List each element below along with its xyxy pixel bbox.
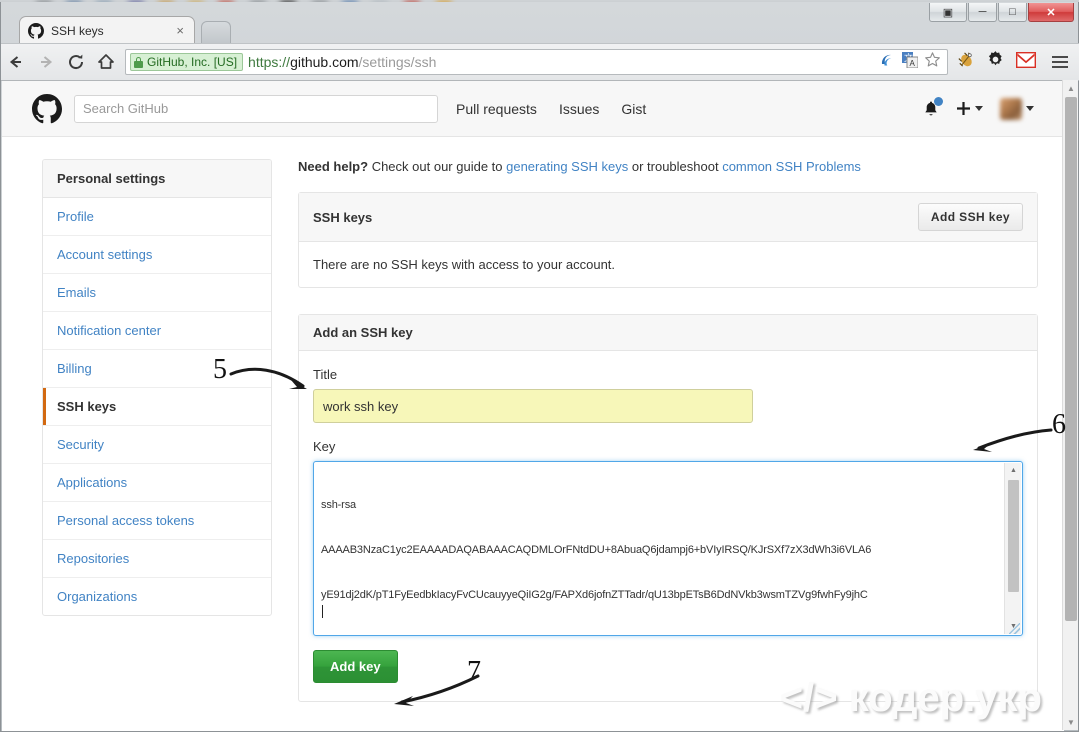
notification-indicator xyxy=(934,96,943,106)
readability-icon[interactable] xyxy=(880,52,896,73)
link-generating-ssh-keys[interactable]: generating SSH keys xyxy=(506,159,628,174)
key-line: c2NPjUo5/g9MtXIvL6Y4p6S+Xp8oSIWvDfHDQy/1… xyxy=(321,633,1000,635)
scroll-up-icon[interactable]: ▲ xyxy=(1063,80,1079,96)
security-badge-label: GitHub, Inc. [US] xyxy=(147,55,238,69)
bookmark-star-icon[interactable] xyxy=(924,51,941,73)
tab-strip: SSH keys × xyxy=(1,14,1079,44)
address-bar[interactable]: GitHub, Inc. [US] https://github.com/set… xyxy=(125,49,948,75)
header-actions xyxy=(923,96,1048,120)
browser-window: ▣ ─ □ ✕ SSH keys × GitHub, Inc. [US] htt… xyxy=(0,2,1079,732)
key-textarea[interactable]: ssh-rsa AAAAB3NzaC1yc2EAAAADAQABAAACAQDM… xyxy=(313,461,1023,636)
create-new-menu[interactable] xyxy=(956,101,983,116)
home-icon[interactable] xyxy=(91,48,121,76)
github-header: Search GitHub Pull requests Issues Gist xyxy=(2,81,1064,137)
sidebar-item-account-settings[interactable]: Account settings xyxy=(43,236,271,274)
add-ssh-key-panel-header: Add an SSH key xyxy=(299,315,1037,351)
bug-icon[interactable] xyxy=(956,50,975,74)
close-icon[interactable]: × xyxy=(174,24,186,37)
svg-text:A: A xyxy=(910,59,916,68)
url-text: https://github.com/settings/ssh xyxy=(248,54,436,70)
nav-gist[interactable]: Gist xyxy=(621,101,646,117)
browser-toolbar: GitHub, Inc. [US] https://github.com/set… xyxy=(1,43,1079,81)
search-input[interactable]: Search GitHub xyxy=(74,94,438,123)
forward-icon[interactable] xyxy=(31,48,61,76)
github-mark-icon xyxy=(28,22,44,39)
chrome-menu-icon[interactable] xyxy=(1046,49,1074,75)
sidebar-item-ssh-keys[interactable]: SSH keys xyxy=(43,388,271,426)
url-host: github.com xyxy=(290,54,359,70)
back-icon[interactable] xyxy=(1,48,31,76)
help-line: Need help? Check out our guide to genera… xyxy=(298,159,1038,174)
textarea-resize-handle[interactable] xyxy=(1009,623,1020,634)
tab-title: SSH keys xyxy=(51,23,104,38)
page-viewport: Search GitHub Pull requests Issues Gist xyxy=(2,81,1064,731)
sidebar-item-notification-center[interactable]: Notification center xyxy=(43,312,271,350)
sidebar-item-billing[interactable]: Billing xyxy=(43,350,271,388)
key-line: ssh-rsa xyxy=(321,499,357,511)
title-input[interactable] xyxy=(313,389,753,423)
nav-pull-requests[interactable]: Pull requests xyxy=(456,101,537,117)
search-placeholder: Search GitHub xyxy=(83,101,169,116)
key-textarea-scrollbar[interactable]: ▲ ▼ xyxy=(1004,463,1021,634)
scrollbar-thumb[interactable] xyxy=(1065,97,1077,621)
omnibox-icons: 文 A xyxy=(880,51,943,73)
site-security-badge[interactable]: GitHub, Inc. [US] xyxy=(130,53,244,71)
add-ssh-key-button[interactable]: Add SSH key xyxy=(917,203,1023,231)
ssh-keys-panel: SSH keys Add SSH key There are no SSH ke… xyxy=(298,192,1038,288)
sidebar-box: Personal settings Profile Account settin… xyxy=(42,159,272,616)
settings-sidebar: Personal settings Profile Account settin… xyxy=(42,159,272,728)
sidebar-item-applications[interactable]: Applications xyxy=(43,464,271,502)
github-mark-icon[interactable] xyxy=(32,93,62,124)
account-menu[interactable] xyxy=(1000,97,1034,120)
ssh-keys-empty-state: There are no SSH keys with access to you… xyxy=(313,257,616,272)
gear-icon[interactable] xyxy=(986,50,1005,74)
scrollbar-thumb[interactable] xyxy=(1008,480,1019,592)
help-text-2: or troubleshoot xyxy=(628,159,723,174)
scroll-up-icon[interactable]: ▲ xyxy=(1005,463,1022,478)
link-common-ssh-problems[interactable]: common SSH Problems xyxy=(722,159,861,174)
sidebar-item-security[interactable]: Security xyxy=(43,426,271,464)
sidebar-item-personal-access-tokens[interactable]: Personal access tokens xyxy=(43,502,271,540)
extension-icons xyxy=(956,50,1046,74)
sidebar-item-profile[interactable]: Profile xyxy=(43,198,271,236)
browser-tab[interactable]: SSH keys × xyxy=(19,16,195,44)
key-line: yE91dj2dK/pT1FyEedbkIacyFvCUcauyyeQiIG2g… xyxy=(321,589,868,601)
page-scrollbar[interactable]: ▲ ▼ xyxy=(1062,80,1078,730)
url-path: /settings/ssh xyxy=(358,54,437,70)
key-field-wrap: Key ssh-rsa AAAAB3NzaC1yc2EAAAADAQABAAAC… xyxy=(313,439,1023,636)
title-field-label: Title xyxy=(313,367,338,382)
key-textarea-content: ssh-rsa AAAAB3NzaC1yc2EAAAADAQABAAACAQDM… xyxy=(321,468,1000,635)
ssh-keys-panel-header: SSH keys Add SSH key xyxy=(299,193,1037,242)
sidebar-item-organizations[interactable]: Organizations xyxy=(43,578,271,615)
key-line: AAAAB3NzaC1yc2EAAAADAQABAAACAQDMLOrFNtdD… xyxy=(321,544,872,556)
add-ssh-key-panel-title: Add an SSH key xyxy=(313,325,413,340)
help-text-1: Check out our guide to xyxy=(368,159,507,174)
new-tab-button[interactable] xyxy=(201,21,231,43)
bell-icon[interactable] xyxy=(923,96,943,118)
sidebar-item-repositories[interactable]: Repositories xyxy=(43,540,271,578)
add-ssh-key-panel: Add an SSH key Title Key ssh-rsa AAA xyxy=(298,314,1038,702)
chevron-down-icon xyxy=(1026,106,1034,111)
text-cursor xyxy=(322,605,323,618)
url-scheme: https:// xyxy=(248,54,291,70)
settings-main: Need help? Check out our guide to genera… xyxy=(272,159,1064,728)
avatar xyxy=(1000,97,1022,120)
sidebar-heading: Personal settings xyxy=(43,160,271,198)
nav-issues[interactable]: Issues xyxy=(559,101,599,117)
lock-icon xyxy=(134,56,143,68)
add-key-button[interactable]: Add key xyxy=(313,650,398,683)
sidebar-item-emails[interactable]: Emails xyxy=(43,274,271,312)
plus-icon xyxy=(957,102,970,115)
scroll-down-icon[interactable]: ▼ xyxy=(1063,714,1079,730)
reload-icon[interactable] xyxy=(61,48,91,76)
key-field-label: Key xyxy=(313,439,336,454)
translate-icon[interactable]: 文 A xyxy=(902,51,919,73)
ssh-keys-panel-title: SSH keys xyxy=(313,209,373,225)
gmail-icon[interactable] xyxy=(1015,51,1037,73)
chevron-down-icon xyxy=(975,106,983,111)
header-nav: Pull requests Issues Gist xyxy=(456,101,646,117)
help-bold: Need help? xyxy=(298,159,369,174)
add-ssh-key-form: Title Key ssh-rsa AAAAB3NzaC1yc2EAAAADAQ… xyxy=(299,351,1037,701)
page-content: Personal settings Profile Account settin… xyxy=(2,137,1064,728)
